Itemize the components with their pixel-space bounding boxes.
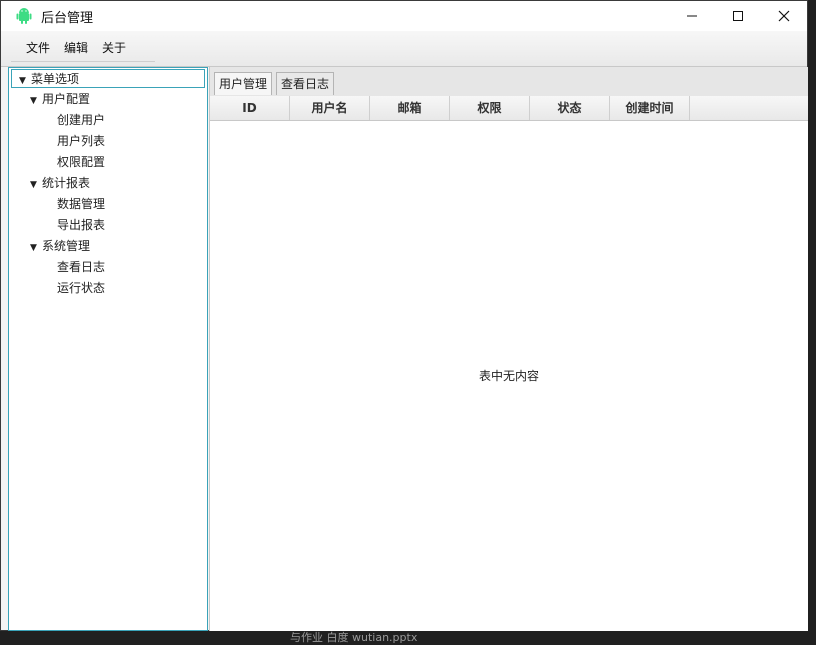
- menu-tree[interactable]: ▼ 菜单选项 ▼ 用户配置 创建用户 用户列表 权限配置 ▼ 统计报表 数据管理 导出…: [8, 67, 208, 631]
- expand-arrow-icon[interactable]: ▼: [30, 176, 42, 195]
- tree-item-user-list[interactable]: 用户列表: [57, 132, 105, 151]
- menu-edit[interactable]: 编辑: [57, 39, 95, 56]
- window-controls: [669, 1, 807, 31]
- minimize-icon: [687, 15, 697, 17]
- tree-item-create-user[interactable]: 创建用户: [57, 111, 105, 130]
- tree-root-label: 菜单选项: [31, 72, 80, 86]
- column-header-created-time[interactable]: 创建时间: [610, 96, 690, 120]
- tree-group-system[interactable]: ▼ 系统管理: [30, 237, 90, 256]
- tree-group-label: 统计报表: [42, 176, 91, 190]
- tree-group-label: 系统管理: [42, 239, 91, 253]
- expand-arrow-icon[interactable]: ▼: [30, 239, 42, 258]
- column-header-status[interactable]: 状态: [530, 96, 610, 120]
- column-header-permission[interactable]: 权限: [450, 96, 530, 120]
- background-window-text: 与作业 白度 wutian.pptx: [290, 631, 418, 644]
- tree-root[interactable]: ▼ 菜单选项: [11, 69, 205, 88]
- expand-arrow-icon[interactable]: ▼: [30, 92, 42, 111]
- menu-bar: 文件 编辑 关于: [1, 31, 807, 67]
- tab-header: 用户管理 查看日志: [210, 67, 808, 97]
- tree-item-data-management[interactable]: 数据管理: [57, 195, 105, 214]
- title-bar[interactable]: 后台管理: [1, 1, 807, 31]
- table-header: ID 用户名 邮箱 权限 状态 创建时间: [210, 96, 808, 121]
- menu-strip: 文件 编辑 关于: [11, 34, 155, 62]
- close-button[interactable]: [761, 1, 807, 31]
- close-icon: [778, 10, 790, 22]
- tab-pane: 用户管理 查看日志 ID 用户名 邮箱 权限 状态 创建时间 表中无内容: [209, 67, 808, 631]
- column-header-email[interactable]: 邮箱: [370, 96, 450, 120]
- expand-arrow-icon[interactable]: ▼: [19, 72, 31, 91]
- tree-group-statistics[interactable]: ▼ 统计报表: [30, 174, 90, 193]
- maximize-icon: [733, 11, 743, 21]
- tab-user-management[interactable]: 用户管理: [214, 72, 273, 95]
- minimize-button[interactable]: [669, 1, 715, 31]
- tab-view-logs[interactable]: 查看日志: [276, 72, 335, 95]
- tree-group-user-config[interactable]: ▼ 用户配置: [30, 90, 90, 109]
- table-empty-placeholder: 表中无内容: [478, 369, 539, 383]
- app-window: 后台管理 文件 编辑 关于 ▼ 菜单选项 ▼ 用户配置 创建用户 用户列表 权限…: [0, 0, 808, 631]
- maximize-button[interactable]: [715, 1, 761, 31]
- column-header-id[interactable]: ID: [210, 96, 290, 120]
- tree-item-permission-config[interactable]: 权限配置: [57, 153, 105, 172]
- menu-file[interactable]: 文件: [19, 39, 57, 56]
- tree-item-view-logs[interactable]: 查看日志: [57, 258, 105, 277]
- menu-about[interactable]: 关于: [95, 39, 133, 56]
- tree-item-export-report[interactable]: 导出报表: [57, 216, 105, 235]
- android-icon: [16, 8, 32, 24]
- tree-group-label: 用户配置: [42, 92, 91, 106]
- window-title: 后台管理: [41, 10, 94, 26]
- tree-item-run-status[interactable]: 运行状态: [57, 279, 105, 298]
- column-header-username[interactable]: 用户名: [290, 96, 370, 120]
